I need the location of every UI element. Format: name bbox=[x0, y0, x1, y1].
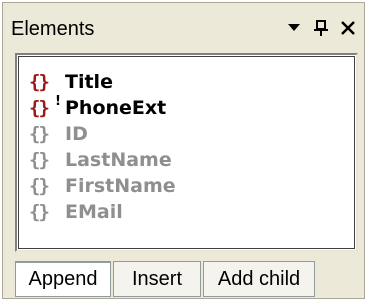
tab-add-child[interactable]: Add child bbox=[203, 261, 315, 297]
list-item-label: PhoneExt bbox=[65, 97, 167, 119]
pin-icon[interactable] bbox=[308, 15, 334, 41]
list-item-title[interactable]: {} Title bbox=[29, 69, 176, 95]
tab-append[interactable]: Append bbox=[15, 261, 111, 297]
panel-title: Elements bbox=[11, 18, 95, 40]
panel-titlebar: Elements bbox=[3, 3, 364, 53]
elements-panel: Elements {} Title {} ! PhoneExt {} ID {}… bbox=[2, 2, 365, 299]
list-item-email[interactable]: {} EMail bbox=[29, 199, 176, 225]
list-item-label: FirstName bbox=[65, 175, 176, 197]
element-braces-icon: {}! bbox=[29, 94, 61, 119]
list-item-label: LastName bbox=[65, 149, 172, 171]
list-item-label: Title bbox=[65, 71, 113, 93]
element-braces-icon: {} bbox=[29, 201, 50, 223]
list-item-id[interactable]: {} ID bbox=[29, 121, 176, 147]
element-braces-icon: {} bbox=[29, 149, 50, 171]
elements-list-frame: {} Title {}! PhoneExt {} ID {} LastName … bbox=[18, 56, 355, 249]
tab-insert[interactable]: Insert bbox=[113, 261, 201, 297]
elements-list[interactable]: {} Title {}! PhoneExt {} ID {} LastName … bbox=[15, 53, 358, 252]
element-braces-icon: {} bbox=[29, 175, 50, 197]
list-item-label: EMail bbox=[65, 201, 123, 223]
element-braces-icon: {} bbox=[29, 123, 50, 145]
required-marker: ! bbox=[55, 94, 61, 109]
list-item-firstname[interactable]: {} FirstName bbox=[29, 173, 176, 199]
close-icon[interactable] bbox=[335, 15, 361, 41]
list-item-lastname[interactable]: {} LastName bbox=[29, 147, 176, 173]
dropdown-icon[interactable] bbox=[281, 15, 307, 41]
list-item-label: ID bbox=[65, 123, 88, 145]
elements-items: {} Title {}! PhoneExt {} ID {} LastName … bbox=[29, 69, 176, 225]
element-braces-icon: {} bbox=[29, 71, 50, 93]
list-item-phoneext[interactable]: {}! PhoneExt bbox=[29, 94, 176, 121]
